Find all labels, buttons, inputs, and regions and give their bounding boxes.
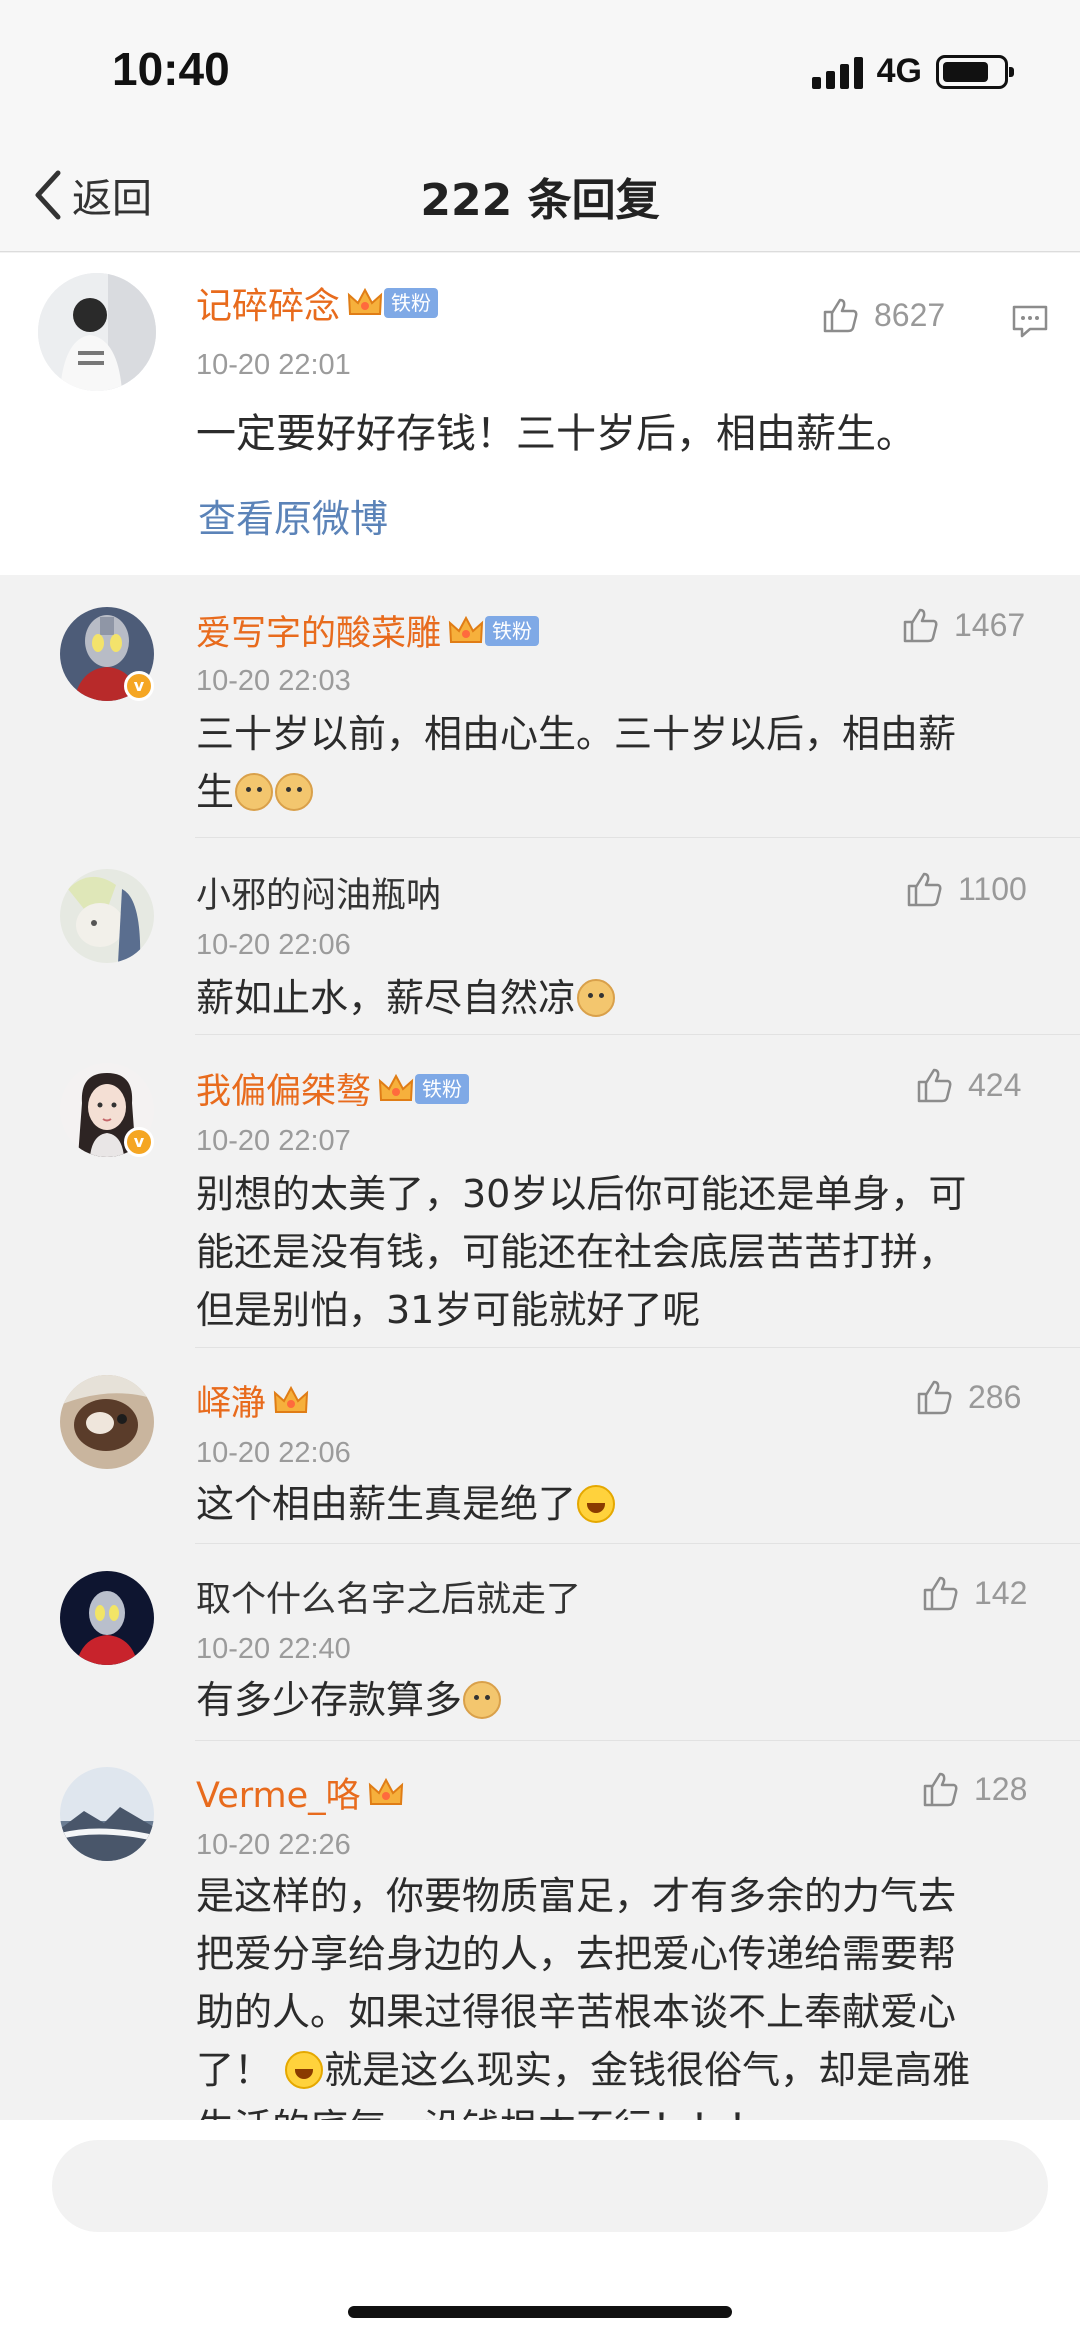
- like-button[interactable]: 128: [920, 1769, 1027, 1809]
- thumbs-up-icon: [823, 298, 858, 333]
- username[interactable]: 爱写字的酸菜雕 铁粉: [196, 605, 540, 656]
- status-time: 10:40: [112, 43, 230, 95]
- battery-icon: [936, 54, 1014, 89]
- reply-text: 薪如止水，薪尽自然凉: [196, 969, 616, 1027]
- divider: [195, 1034, 1080, 1035]
- divider: [195, 1347, 1080, 1348]
- like-button[interactable]: 424: [914, 1065, 1021, 1105]
- comment-text: 一定要好好存钱！三十岁后，相由薪生。: [196, 411, 916, 457]
- laugh-emoji-icon: [577, 1485, 616, 1523]
- doge-emoji-icon: [463, 1681, 502, 1719]
- home-indicator[interactable]: [348, 2306, 732, 2318]
- reply-text: 是这样的，你要物质富足，才有多余的力气去 把爱分享给身边的人，去把爱心传递给需要…: [196, 1874, 971, 2120]
- divider: [195, 1543, 1080, 1544]
- username[interactable]: 小邪的闷油瓶呐: [196, 867, 441, 918]
- avatar[interactable]: [60, 1375, 154, 1469]
- original-comment: 记碎碎念 铁粉 10-20 22:01 8627 一定要好好存钱！三十岁后，相由…: [0, 253, 1080, 575]
- bottom-bar: [0, 2120, 1080, 2337]
- status-indicators: 4G: [811, 52, 1014, 91]
- laugh-emoji-icon: [285, 2051, 324, 2089]
- like-count: 8627: [874, 296, 946, 333]
- like-button[interactable]: 8627: [820, 295, 945, 335]
- username[interactable]: 峄瀞: [196, 1375, 310, 1426]
- doge-emoji-icon: [577, 979, 616, 1017]
- reply-time: 10-20 22:06: [196, 1437, 351, 1469]
- avatar[interactable]: [38, 273, 156, 391]
- reply-list: v 爱写字的酸菜雕 铁粉 10-20 22:03 1467 三十岁以前，相由心生…: [0, 575, 1080, 2120]
- network-type: 4G: [876, 52, 922, 90]
- thumbs-up-icon: [917, 1068, 952, 1103]
- signal-icon: [811, 55, 863, 89]
- username[interactable]: 记碎碎念 铁粉: [196, 277, 439, 329]
- reply-time: 10-20 22:03: [196, 665, 351, 697]
- nav-bar: 返回 222 条回复: [0, 140, 1080, 252]
- verified-badge-icon: v: [124, 671, 154, 701]
- reply-text: 别想的太美了，30岁以后你可能还是单身，可 能还是没有钱，可能还在社会底层苦苦打…: [196, 1172, 967, 1332]
- username[interactable]: 我偏偏桀骜 铁粉: [196, 1063, 470, 1114]
- reply-input[interactable]: [52, 2140, 1048, 2232]
- thumbs-up-icon: [917, 1380, 952, 1415]
- reply-time: 10-20 22:26: [196, 1829, 351, 1861]
- avatar[interactable]: [60, 869, 154, 963]
- thumbs-up-icon: [923, 1772, 958, 1807]
- like-button[interactable]: 1467: [900, 605, 1025, 645]
- like-count: 286: [968, 1378, 1022, 1415]
- reply-time: 10-20 22:06: [196, 929, 351, 961]
- crown-icon: [273, 1385, 309, 1413]
- reply-time: 10-20 22:40: [196, 1633, 351, 1665]
- doge-emoji-icon: [235, 773, 274, 811]
- like-count: 1100: [958, 870, 1027, 907]
- divider: [195, 1740, 1080, 1741]
- reply-time: 10-20 22:07: [196, 1125, 351, 1157]
- thumbs-up-icon: [923, 1576, 958, 1611]
- like-count: 128: [974, 1770, 1028, 1807]
- fan-badge: 铁粉: [485, 615, 540, 646]
- like-count: 424: [968, 1066, 1022, 1103]
- verified-badge-icon: v: [124, 1127, 154, 1157]
- fan-badge: 铁粉: [384, 288, 439, 318]
- username[interactable]: 取个什么名字之后就走了: [196, 1571, 581, 1622]
- like-count: 1467: [954, 606, 1026, 643]
- like-button[interactable]: 1100: [904, 869, 1027, 909]
- view-original-link[interactable]: 查看原微博: [198, 488, 388, 543]
- reply-text: 有多少存款算多: [196, 1671, 502, 1729]
- crown-icon: [378, 1073, 414, 1101]
- page-title: 222 条回复: [420, 175, 660, 226]
- username[interactable]: Verme_咯: [196, 1767, 405, 1818]
- like-button[interactable]: 142: [920, 1573, 1027, 1613]
- crown-icon: [347, 287, 383, 315]
- thumbs-up-icon: [903, 608, 938, 643]
- reply-text: 这个相由薪生真是绝了: [196, 1475, 616, 1533]
- fan-badge: 铁粉: [415, 1073, 470, 1104]
- crown-icon: [448, 615, 484, 643]
- divider: [195, 837, 1080, 838]
- comment-time: 10-20 22:01: [196, 349, 351, 381]
- like-count: 142: [974, 1574, 1028, 1611]
- thumbs-up-icon: [907, 872, 942, 907]
- reply-text: 三十岁以前，相由心生。三十岁以后，相由薪 生: [196, 712, 957, 814]
- crown-icon: [368, 1777, 403, 1805]
- like-button[interactable]: 286: [914, 1377, 1021, 1417]
- avatar[interactable]: [60, 1767, 154, 1861]
- status-bar: 10:40 4G: [0, 0, 1080, 140]
- avatar[interactable]: [60, 1571, 154, 1665]
- doge-emoji-icon: [275, 773, 314, 811]
- comment-icon[interactable]: [1010, 301, 1050, 341]
